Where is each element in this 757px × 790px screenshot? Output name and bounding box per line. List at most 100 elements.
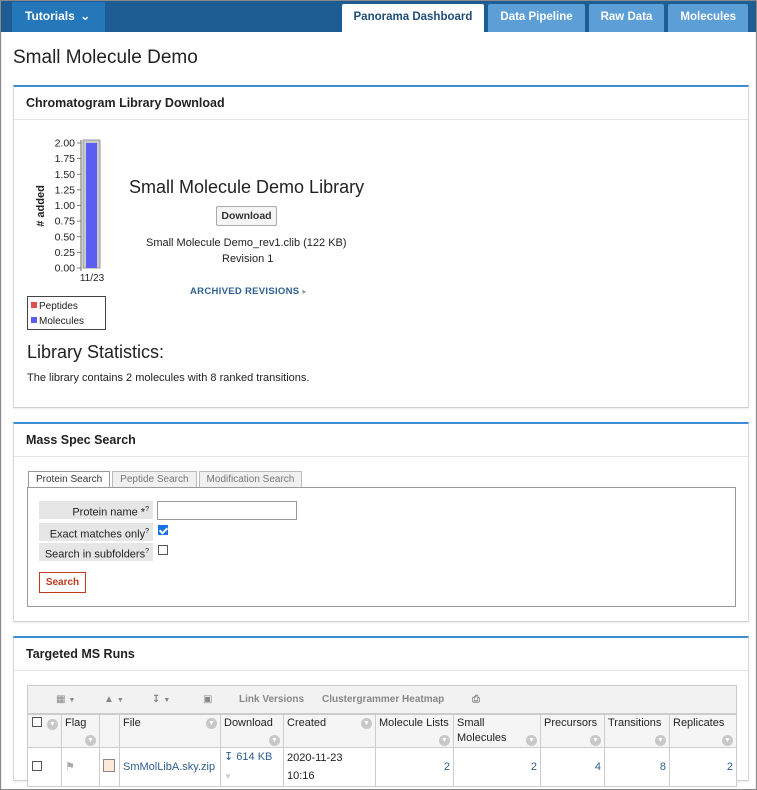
page-body: Small Molecule Demo Chromatogram Library… bbox=[2, 32, 755, 789]
column-created[interactable]: Created ▼ bbox=[283, 714, 376, 748]
help-icon[interactable]: ? bbox=[145, 506, 149, 513]
legend-label-peptides: Peptides bbox=[39, 301, 78, 312]
chevron-down-icon[interactable]: ▼ bbox=[590, 735, 601, 746]
column-created-label: Created bbox=[287, 717, 327, 729]
chevron-down-icon[interactable]: ▼ bbox=[47, 719, 58, 730]
targeted-ms-runs-panel: Targeted MS Runs ▦ ▼ ▲ ▼ ↧ ▼ ▣ Link Version… bbox=[13, 636, 749, 787]
tutorials-menu[interactable]: Tutorials ⌄ bbox=[12, 2, 105, 32]
legend-item-peptides: Peptides bbox=[31, 299, 102, 314]
column-molecule-lists-label: Molecule Lists bbox=[379, 717, 449, 729]
charts-menu[interactable]: ▲ ▼ bbox=[104, 694, 124, 705]
tab-raw-data[interactable]: Raw Data bbox=[588, 4, 665, 32]
column-replicates-label: Replicates bbox=[673, 717, 725, 729]
grid-view-menu[interactable]: ▦ ▼ bbox=[56, 694, 75, 705]
column-flag[interactable]: Flag ▼ bbox=[61, 714, 100, 748]
library-stats-text: The library contains 2 molecules with 8 … bbox=[27, 372, 310, 384]
chevron-down-icon[interactable]: ▼ bbox=[439, 735, 450, 746]
chevron-down-icon[interactable]: ▼ bbox=[85, 735, 96, 746]
download-icon: ↧ bbox=[224, 751, 234, 763]
grid-icon: ▦ bbox=[56, 694, 66, 705]
column-file-label: File bbox=[123, 717, 141, 729]
column-download-label: Download bbox=[224, 717, 273, 729]
protein-search-form: Protein name *? Exact matches only? Sear… bbox=[27, 487, 736, 607]
row-download-cell: ↧ 614 KB ▼ bbox=[220, 747, 284, 787]
export-menu[interactable]: ↧ ▼ bbox=[152, 694, 170, 705]
download-link[interactable]: ↧ 614 KB bbox=[224, 751, 272, 763]
chart-y-tick-label: 0.50 bbox=[55, 231, 76, 243]
column-transitions[interactable]: Transitions ▼ bbox=[604, 714, 670, 748]
library-chart: # added 0.00 0.25 0.50 0.75 1.00 1.25 1.50 1.75… bbox=[35, 138, 105, 285]
tab-panorama-dashboard[interactable]: Panorama Dashboard bbox=[341, 4, 485, 32]
tab-peptide-search[interactable]: Peptide Search bbox=[112, 471, 197, 487]
row-small-molecules-cell: 2 bbox=[453, 747, 541, 787]
chevron-down-icon[interactable]: ▼ bbox=[206, 718, 217, 729]
delete-button[interactable]: ▣ bbox=[203, 694, 212, 705]
trash-icon: ▣ bbox=[203, 694, 213, 705]
chart-y-tick-label: 1.50 bbox=[55, 169, 76, 181]
select-all-checkbox[interactable] bbox=[32, 717, 42, 727]
skyline-doc-icon[interactable] bbox=[103, 759, 115, 772]
library-revision: Revision 1 bbox=[222, 253, 274, 265]
chevron-down-icon: ▼ bbox=[163, 697, 171, 704]
archived-revisions-link[interactable]: ARCHIVED REVISIONS ▸ bbox=[190, 286, 307, 297]
row-flag-cell: ⚑ bbox=[61, 747, 100, 787]
archived-revisions-label: ARCHIVED REVISIONS bbox=[190, 286, 300, 297]
column-transitions-label: Transitions bbox=[608, 717, 662, 729]
chevron-down-icon[interactable]: ▼ bbox=[361, 718, 372, 729]
tab-molecules[interactable]: Molecules bbox=[668, 4, 748, 32]
print-button[interactable]: ⎙ bbox=[472, 694, 480, 705]
main-tabs: Panorama Dashboard Data Pipeline Raw Dat… bbox=[341, 4, 748, 32]
tab-modification-search[interactable]: Modification Search bbox=[198, 471, 303, 487]
column-precursors[interactable]: Precursors ▼ bbox=[540, 714, 605, 748]
legend-label-molecules: Molecules bbox=[39, 316, 85, 327]
help-icon[interactable]: ? bbox=[145, 528, 149, 535]
column-molecule-lists[interactable]: Molecule Lists ▼ bbox=[375, 714, 454, 748]
chart-x-tick-label: 11/23 bbox=[80, 273, 105, 284]
molecule-lists-link[interactable]: 2 bbox=[444, 761, 450, 773]
column-replicates[interactable]: Replicates ▼ bbox=[669, 714, 737, 748]
download-library-button[interactable]: Download bbox=[216, 206, 277, 226]
protein-name-input[interactable] bbox=[157, 501, 297, 520]
download-size: 614 KB bbox=[236, 751, 273, 763]
precursors-link[interactable]: 4 bbox=[595, 761, 601, 773]
tutorials-label: Tutorials bbox=[25, 9, 75, 23]
row-checkbox[interactable] bbox=[32, 761, 42, 771]
transitions-link[interactable]: 8 bbox=[660, 761, 666, 773]
printer-icon: ⎙ bbox=[472, 694, 480, 705]
replicates-link[interactable]: 2 bbox=[727, 761, 733, 773]
chevron-down-icon: ▼ bbox=[116, 697, 124, 704]
small-molecules-link[interactable]: 2 bbox=[531, 761, 537, 773]
row-precursors-cell: 4 bbox=[540, 747, 605, 787]
link-versions-button[interactable]: Link Versions bbox=[239, 694, 304, 705]
chart-y-tick-label: 1.75 bbox=[55, 153, 76, 165]
chart-legend: Peptides Molecules bbox=[27, 296, 106, 330]
chevron-down-icon[interactable]: ▼ bbox=[269, 735, 280, 746]
mass-spec-search-panel: Mass Spec Search Protein Search Peptide … bbox=[13, 422, 749, 622]
help-icon[interactable]: ? bbox=[145, 548, 149, 555]
subfolders-label: Search in subfolders? bbox=[39, 543, 153, 561]
flag-icon[interactable]: ⚑ bbox=[65, 761, 75, 773]
exact-match-row: Exact matches only? bbox=[39, 523, 168, 541]
file-link[interactable]: SmMolLibA.sky.zip bbox=[123, 761, 215, 773]
column-file[interactable]: File ▼ bbox=[119, 714, 221, 748]
chevron-down-icon: ▼ bbox=[68, 697, 76, 704]
row-created-cell: 2020-11-23 10:16 bbox=[283, 747, 376, 787]
tab-protein-search[interactable]: Protein Search bbox=[28, 471, 111, 487]
subfolders-checkbox[interactable] bbox=[158, 545, 168, 555]
mass-spec-panel-title: Mass Spec Search bbox=[14, 424, 748, 457]
runs-table: ▼ Flag ▼ File ▼ Download ▼ Created ▼ Molecul… bbox=[27, 714, 737, 787]
column-precursors-label: Precursors bbox=[544, 717, 598, 729]
search-button[interactable]: Search bbox=[39, 572, 86, 593]
column-small-molecules[interactable]: Small Molecules ▼ bbox=[453, 714, 541, 748]
clustergrammer-button[interactable]: Clustergrammer Heatmap bbox=[322, 694, 444, 705]
runs-panel-title: Targeted MS Runs bbox=[14, 638, 748, 671]
chevron-down-icon[interactable]: ▼ bbox=[224, 772, 232, 781]
exact-match-checkbox[interactable] bbox=[158, 525, 168, 535]
chart-icon: ▲ bbox=[104, 694, 114, 705]
chevron-down-icon[interactable]: ▼ bbox=[655, 735, 666, 746]
tab-data-pipeline[interactable]: Data Pipeline bbox=[488, 4, 585, 32]
chart-y-tick-label: 0.75 bbox=[55, 216, 76, 228]
chevron-down-icon[interactable]: ▼ bbox=[722, 735, 733, 746]
chevron-down-icon[interactable]: ▼ bbox=[526, 735, 537, 746]
column-download[interactable]: Download ▼ bbox=[220, 714, 284, 748]
